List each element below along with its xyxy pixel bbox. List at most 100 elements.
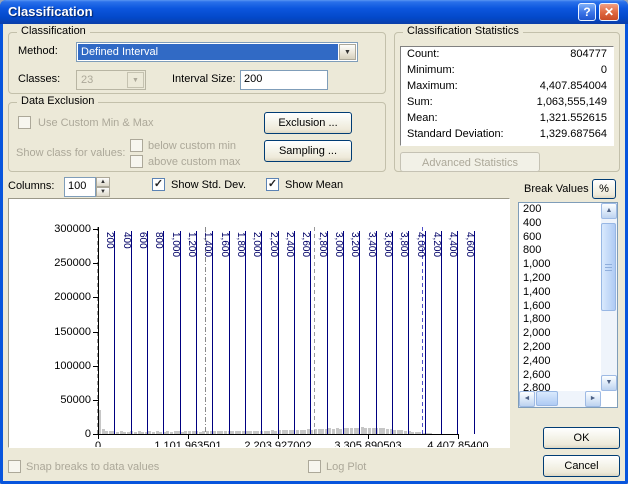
- y-tick: [93, 331, 98, 333]
- scroll-right-icon[interactable]: ►: [585, 391, 601, 407]
- y-tick-label: 250000: [54, 257, 91, 270]
- break-line[interactable]: [375, 231, 377, 434]
- close-icon[interactable]: ✕: [599, 3, 619, 21]
- break-value-item[interactable]: 2,600: [519, 369, 601, 383]
- break-line[interactable]: [114, 231, 116, 434]
- statistic-label: Maximum:: [407, 80, 458, 92]
- use-custom-minmax-label: Use Custom Min & Max: [38, 117, 154, 129]
- statistic-label: Sum:: [407, 96, 433, 108]
- y-tick: [93, 229, 98, 230]
- statistic-row: Minimum: 0: [401, 63, 613, 79]
- columns-label: Columns:: [8, 180, 55, 192]
- break-value-item[interactable]: 800: [519, 244, 601, 258]
- break-value-item[interactable]: 1,800: [519, 313, 601, 327]
- break-line[interactable]: [408, 231, 410, 434]
- scroll-down-icon[interactable]: ▼: [601, 375, 617, 391]
- interval-size-input[interactable]: 200: [240, 70, 328, 90]
- y-tick-label: 200000: [54, 291, 91, 304]
- break-value-item[interactable]: 1,600: [519, 300, 601, 314]
- break-line-label: 4,000: [414, 232, 426, 258]
- break-line-label: 1,000: [169, 232, 181, 258]
- exclusion-button[interactable]: Exclusion ...: [264, 112, 352, 134]
- break-line[interactable]: [343, 231, 345, 434]
- y-tick: [93, 399, 98, 401]
- sampling-button[interactable]: Sampling ...: [264, 140, 352, 162]
- break-value-item[interactable]: 2,200: [519, 341, 601, 355]
- histogram-chart: 0 50000 100000 150000 200000 250000 300000 0 1,1…: [8, 198, 510, 448]
- break-line-label: 2,000: [251, 232, 263, 258]
- statistic-value: 4,407.854004: [539, 80, 607, 92]
- spinner-up-icon[interactable]: ▲: [96, 177, 110, 187]
- x-tick: [458, 435, 459, 439]
- percent-button[interactable]: %: [592, 179, 616, 199]
- classes-value: 23: [81, 74, 94, 86]
- break-line-label: 2,800: [316, 232, 328, 258]
- show-mean-checkbox[interactable]: ✓: [266, 178, 279, 191]
- break-line[interactable]: [473, 231, 475, 434]
- classes-label: Classes:: [18, 73, 61, 85]
- x-tick: [368, 435, 369, 439]
- break-line[interactable]: [196, 231, 197, 434]
- statistic-label: Standard Deviation:: [407, 128, 504, 140]
- break-line[interactable]: [441, 231, 443, 434]
- break-line[interactable]: [212, 231, 214, 434]
- break-value-item[interactable]: 600: [519, 231, 601, 245]
- y-tick: [93, 263, 98, 265]
- below-custom-min-checkbox: [130, 139, 143, 152]
- y-tick: [93, 297, 98, 299]
- break-line[interactable]: [245, 231, 246, 434]
- vertical-scrollbar[interactable]: ▲ ▼: [601, 203, 617, 391]
- data-exclusion-legend: Data Exclusion: [17, 95, 99, 107]
- columns-input[interactable]: 100: [64, 177, 96, 197]
- show-std-dev-checkbox[interactable]: ✓: [152, 178, 165, 191]
- statistic-label: Minimum:: [407, 64, 455, 76]
- break-value-item[interactable]: 400: [519, 217, 601, 231]
- break-value-item[interactable]: 2,400: [519, 355, 601, 369]
- snap-breaks-checkbox: [8, 460, 21, 473]
- chevron-down-icon[interactable]: ▼: [339, 44, 356, 60]
- spinner-down-icon[interactable]: ▼: [96, 187, 110, 197]
- scroll-left-icon[interactable]: ◄: [519, 391, 535, 407]
- statistic-label: Mean:: [407, 112, 438, 124]
- break-line[interactable]: [424, 231, 426, 434]
- mean-plus-1-stddev-line: [313, 227, 315, 434]
- break-value-item[interactable]: 200: [519, 203, 601, 217]
- break-line[interactable]: [294, 231, 295, 434]
- horizontal-scrollbar[interactable]: ◄ ►: [519, 391, 601, 407]
- chevron-down-icon: ▼: [127, 72, 144, 88]
- break-line[interactable]: [326, 231, 328, 434]
- statistic-label: Count:: [407, 48, 440, 60]
- title-bar[interactable]: Classification ? ✕: [0, 0, 628, 24]
- scroll-up-icon[interactable]: ▲: [601, 203, 617, 219]
- break-value-item[interactable]: 1,400: [519, 286, 601, 300]
- break-line[interactable]: [163, 231, 165, 434]
- break-value-item[interactable]: 2,000: [519, 327, 601, 341]
- break-values-list[interactable]: 200 400 600 800 1,000 1,200 1,400 1,600 1,800 2,0…: [518, 202, 618, 408]
- break-line[interactable]: [130, 231, 132, 434]
- statistic-value: 1,329.687564: [539, 128, 607, 140]
- break-line[interactable]: [392, 231, 394, 434]
- break-line[interactable]: [179, 231, 181, 434]
- break-value-item[interactable]: 1,200: [519, 272, 601, 286]
- break-line[interactable]: [228, 231, 230, 434]
- break-line[interactable]: [147, 231, 148, 434]
- break-line[interactable]: [359, 231, 361, 434]
- break-values-label: Break Values: [524, 183, 589, 195]
- method-combobox[interactable]: Defined Interval ▼: [76, 42, 358, 62]
- horizontal-scrollbar-thumb[interactable]: [536, 391, 558, 406]
- break-value-item[interactable]: 1,000: [519, 258, 601, 272]
- help-icon[interactable]: ?: [578, 3, 596, 21]
- window-title: Classification: [8, 4, 93, 19]
- cancel-button[interactable]: Cancel: [543, 455, 620, 477]
- statistic-row: Standard Deviation: 1,329.687564: [401, 127, 613, 143]
- break-line-label: 4,200: [431, 232, 443, 258]
- ok-button[interactable]: OK: [543, 427, 620, 449]
- vertical-scrollbar-thumb[interactable]: [601, 223, 616, 311]
- show-class-label: Show class for values:: [16, 147, 126, 159]
- break-line[interactable]: [310, 231, 312, 434]
- x-tick-label: 2,203.927002: [244, 440, 312, 448]
- break-line-label: 1,600: [218, 232, 230, 258]
- break-line[interactable]: [277, 231, 279, 434]
- break-line[interactable]: [261, 231, 263, 434]
- break-line[interactable]: [457, 231, 459, 434]
